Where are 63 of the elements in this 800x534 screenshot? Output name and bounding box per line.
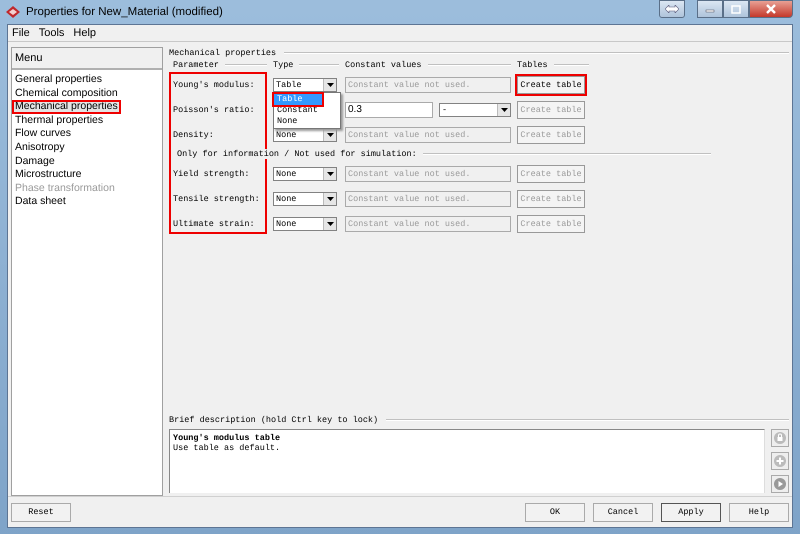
dropdown-option[interactable]: Constant [274,104,340,116]
close-icon [765,4,777,14]
plus-icon [773,454,787,468]
column-header: Type [273,60,294,70]
column-header: Constant values [345,60,422,70]
create-table-button[interactable]: Create table [517,76,585,94]
caret-icon [323,168,336,180]
dropdown-option[interactable]: None [274,116,340,126]
sidebar-item[interactable]: Thermal properties [12,114,162,128]
resize-button[interactable] [659,0,685,18]
section-title: Mechanical properties [169,48,276,58]
parameter-label: Yield strength: [173,168,251,178]
sidebar-header: Menu [12,48,162,70]
type-dropdown[interactable]: None [273,166,337,180]
type-dropdown[interactable]: None [273,216,337,230]
sidebar-item[interactable]: Mechanical properties [12,100,121,114]
close-button[interactable] [749,0,793,18]
parameter-label: Poisson's ratio: [173,104,256,114]
parameter-label: Young's modulus: [173,80,256,90]
maximize-button[interactable] [723,0,749,18]
caret-icon [497,104,510,116]
type-dropdown[interactable]: Table [273,78,337,92]
play-button[interactable] [771,475,789,493]
menu-item[interactable]: Help [73,27,96,39]
dialog-button[interactable]: OK [525,502,585,522]
value-field[interactable]: 0.3 [345,102,433,118]
sidebar-item[interactable]: Damage [12,154,162,168]
unit-dropdown[interactable]: - [439,102,511,116]
reset-button[interactable]: Reset [11,502,71,522]
lock-button[interactable] [771,429,789,447]
app-logo-icon [6,6,20,18]
description-heading: Young's modulus table [173,433,282,443]
sidebar-item[interactable]: Flow curves [12,127,162,141]
dialog-button[interactable]: Cancel [593,502,653,522]
menu-item[interactable]: File [12,27,30,39]
play-icon [773,477,787,491]
caret-icon [323,192,336,204]
minimize-button[interactable] [697,0,723,18]
parameter-label: Ultimate strain: [173,218,256,228]
sidebar-item[interactable]: Microstructure [12,168,162,182]
caret-icon [323,128,336,140]
caret-icon [323,218,336,230]
lock-icon [773,431,787,445]
sidebar-item[interactable]: General properties [12,73,162,87]
maximize-icon [731,4,741,14]
column-header: Parameter [173,60,219,70]
sidebar-item[interactable]: Data sheet [12,195,162,209]
description-text: Use table as default. [173,443,282,453]
dialog-button[interactable]: Help [729,502,789,522]
double-arrow-icon [665,5,679,13]
window-title: Properties for New_Material (modified) [26,6,223,18]
info-heading: Only for information / Not used for simulation: [177,149,417,159]
menu-item[interactable]: Tools [38,27,64,39]
add-button[interactable] [771,452,789,470]
parameter-label: Density: [173,130,215,140]
sidebar-item[interactable]: Anisotropy [12,140,162,155]
dialog-button[interactable]: Apply [661,502,721,522]
section-title: Brief description (hold Ctrl key to lock) [169,414,378,424]
type-dropdown[interactable]: None [273,192,337,206]
parameter-label: Tensile strength: [173,194,261,204]
column-header: Tables [517,60,548,70]
sidebar-item[interactable]: Chemical composition [12,86,162,100]
caret-icon [323,78,336,90]
